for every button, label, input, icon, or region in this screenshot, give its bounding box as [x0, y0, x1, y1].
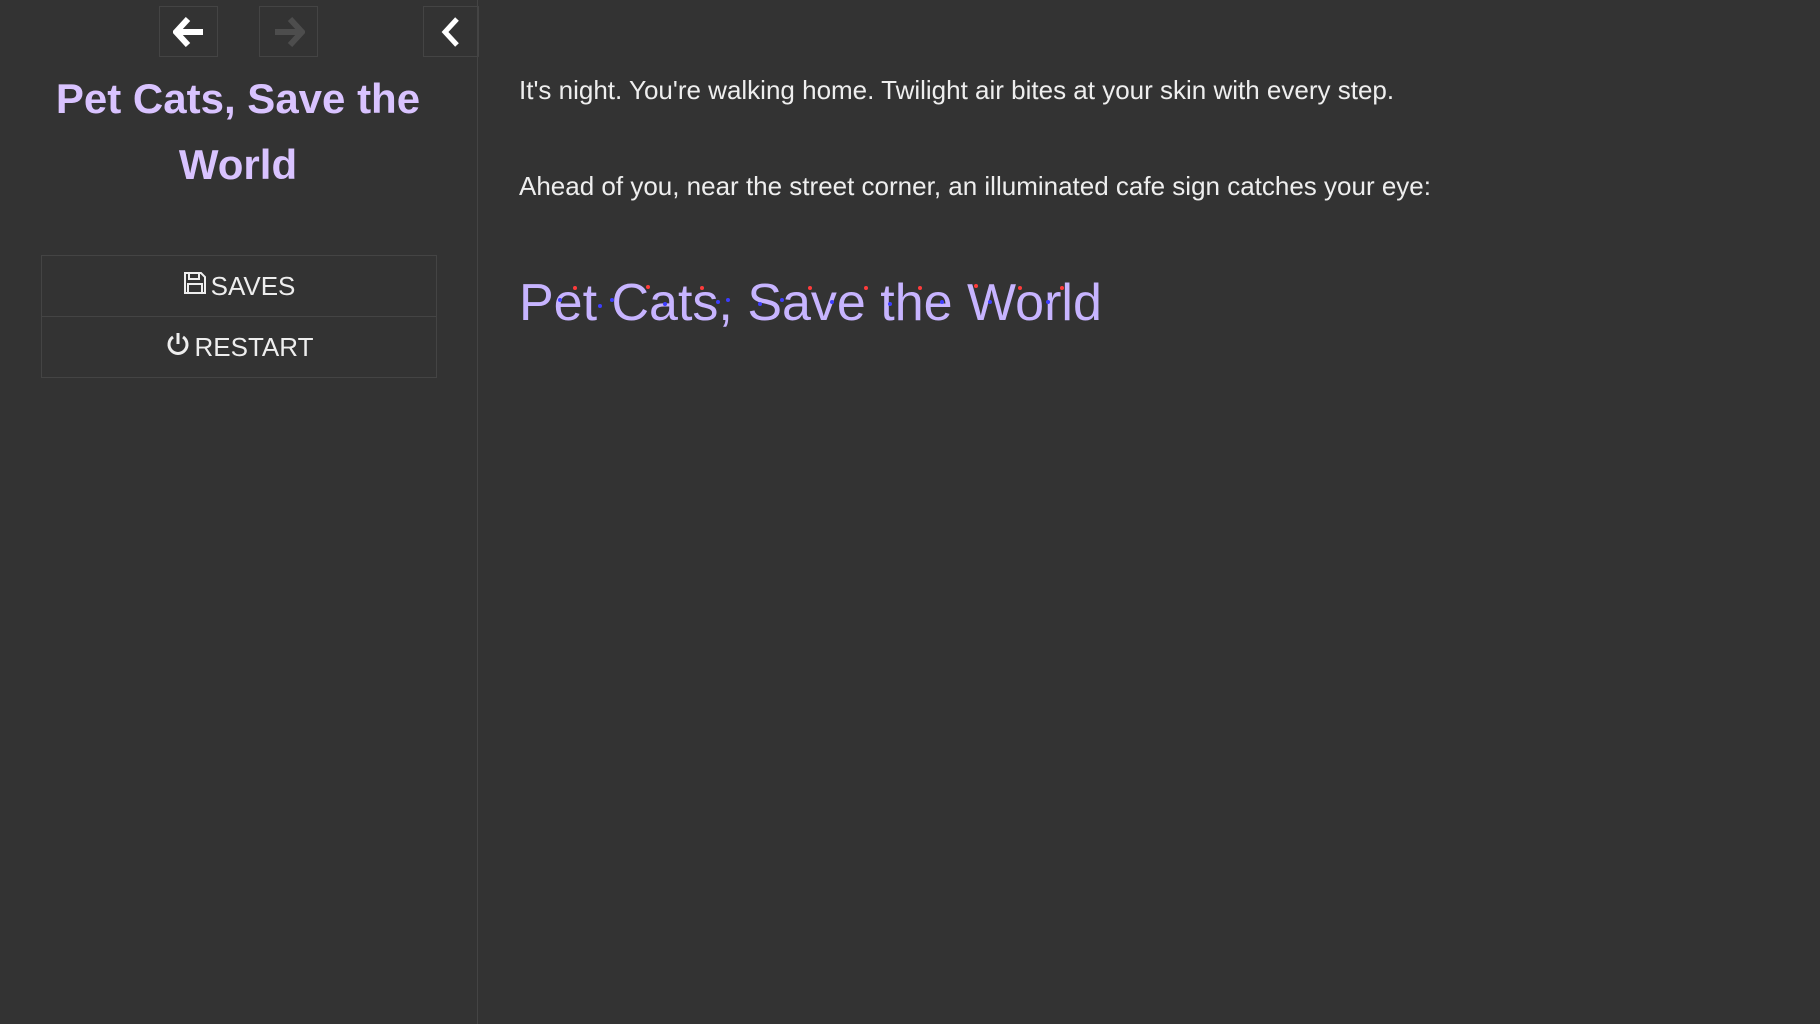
passage-paragraph: It's night. You're walking home. Twiligh… — [519, 75, 1395, 105]
arrow-left-icon — [172, 16, 205, 47]
power-icon — [165, 331, 195, 364]
saves-label: SAVES — [210, 270, 296, 301]
passage-paragraph: Ahead of you, near the street corner, an… — [519, 171, 1431, 201]
sidebar: Pet Cats, Save the World SAVES RESTART — [0, 0, 479, 1024]
arrow-right-icon — [273, 16, 305, 47]
story-menu: SAVES RESTART — [41, 255, 437, 378]
cafe-sign-text: Pet Cats, Save the World — [519, 274, 1102, 332]
saves-button[interactable]: SAVES — [42, 256, 436, 316]
history-forward-button[interactable] — [259, 6, 318, 57]
floppy-disk-icon — [183, 271, 211, 302]
story-title: Pet Cats, Save the World — [55, 75, 421, 188]
restart-button[interactable]: RESTART — [42, 316, 436, 377]
passage: It's night. You're walking home. Twiligh… — [519, 70, 1759, 262]
chevron-left-icon — [440, 16, 462, 48]
history-back-button[interactable] — [159, 6, 218, 57]
restart-label: RESTART — [194, 331, 314, 362]
sidebar-toggle-button[interactable] — [423, 6, 479, 57]
